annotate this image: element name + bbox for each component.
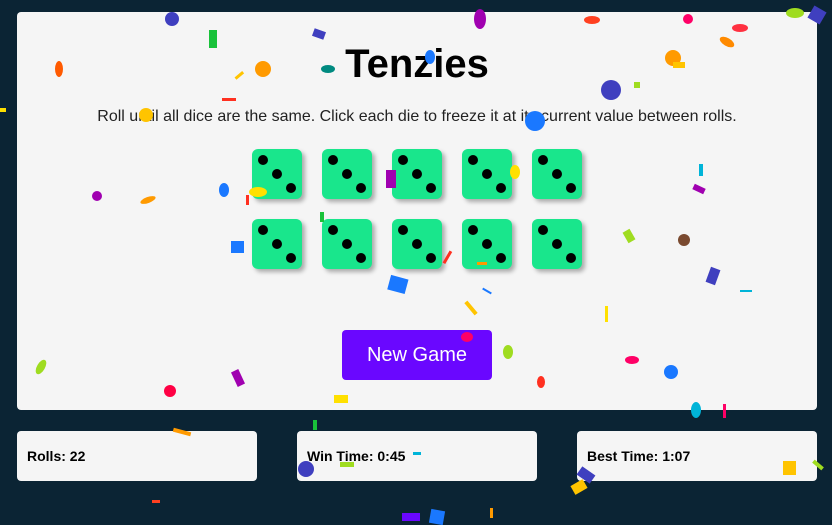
die-pip (272, 239, 282, 249)
die-pip (496, 183, 506, 193)
die-pip (566, 253, 576, 263)
die-pip (342, 169, 352, 179)
die-pip (342, 239, 352, 249)
die-2[interactable] (322, 149, 372, 199)
die-4[interactable] (462, 149, 512, 199)
die-pip (258, 225, 268, 235)
die-pip (272, 169, 282, 179)
die-pip (412, 169, 422, 179)
die-pip (426, 183, 436, 193)
win-time-display: Win Time: 0:45 (297, 431, 537, 481)
die-pip (468, 155, 478, 165)
dice-grid (252, 149, 582, 269)
die-pip (468, 225, 478, 235)
die-pip (426, 253, 436, 263)
die-pip (258, 155, 268, 165)
die-5[interactable] (532, 149, 582, 199)
instructions-text: Roll until all dice are the same. Click … (97, 108, 737, 125)
die-pip (356, 183, 366, 193)
game-board: Tenzies Roll until all dice are the same… (17, 12, 817, 410)
die-3[interactable] (392, 149, 442, 199)
die-pip (328, 155, 338, 165)
die-pip (398, 155, 408, 165)
die-8[interactable] (392, 219, 442, 269)
die-pip (482, 169, 492, 179)
die-6[interactable] (252, 219, 302, 269)
new-game-button[interactable]: New Game (342, 330, 492, 380)
die-pip (356, 253, 366, 263)
die-pip (496, 253, 506, 263)
die-pip (538, 225, 548, 235)
best-time-display: Best Time: 1:07 (577, 431, 817, 481)
die-pip (552, 169, 562, 179)
die-1[interactable] (252, 149, 302, 199)
rolls-counter: Rolls: 22 (17, 431, 257, 481)
die-pip (566, 183, 576, 193)
die-pip (286, 183, 296, 193)
die-pip (538, 155, 548, 165)
die-7[interactable] (322, 219, 372, 269)
game-title: Tenzies (345, 42, 489, 86)
die-pip (482, 239, 492, 249)
die-pip (398, 225, 408, 235)
die-10[interactable] (532, 219, 582, 269)
die-pip (328, 225, 338, 235)
die-pip (552, 239, 562, 249)
die-pip (286, 253, 296, 263)
die-9[interactable] (462, 219, 512, 269)
die-pip (412, 239, 422, 249)
